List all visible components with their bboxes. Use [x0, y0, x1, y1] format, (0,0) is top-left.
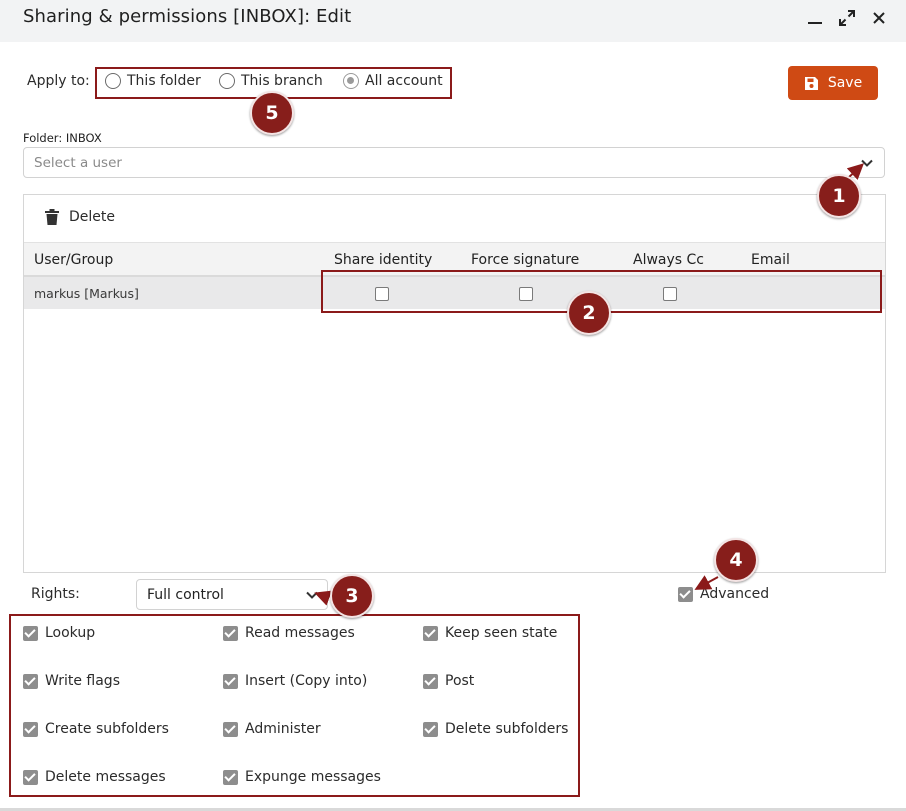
window-titlebar: Sharing & permissions [INBOX]: Edit [0, 0, 906, 42]
save-label: Save [827, 75, 863, 91]
perm-read-messages[interactable]: Read messages [223, 625, 355, 641]
chevron-down-icon[interactable] [860, 155, 874, 174]
perm-label: Administer [245, 721, 321, 737]
perm-keep-seen-state[interactable]: Keep seen state [423, 625, 557, 641]
column-header-email[interactable]: Email [751, 252, 790, 268]
annotation-badge-5: 5 [250, 91, 294, 135]
perm-expunge-messages[interactable]: Expunge messages [223, 769, 381, 785]
radio-this-branch[interactable]: This branch [219, 73, 323, 89]
rights-label: Rights: [31, 586, 80, 602]
annotation-badge-1: 1 [817, 174, 861, 218]
column-header-share-identity[interactable]: Share identity [334, 252, 432, 268]
advanced-toggle[interactable]: Advanced [678, 586, 769, 602]
apply-to-label: Apply to: [27, 73, 90, 89]
perm-label: Keep seen state [445, 625, 558, 641]
table-row[interactable]: markus [Markus] [24, 277, 885, 309]
perm-label: Post [445, 673, 475, 689]
minimize-icon[interactable] [806, 8, 824, 33]
perm-delete-messages[interactable]: Delete messages [23, 769, 166, 785]
checkbox-checked[interactable] [423, 625, 438, 641]
user-select[interactable]: Select a user [23, 147, 885, 178]
rights-select[interactable]: Full control [136, 579, 328, 610]
perm-delete-subfolders[interactable]: Delete subfolders [423, 721, 568, 737]
column-header-always-cc[interactable]: Always Cc [633, 252, 704, 268]
rights-select-value: Full control [147, 587, 224, 603]
user-cell: markus [Markus] [34, 286, 139, 301]
advanced-label: Advanced [700, 586, 770, 602]
floppy-disk-icon [804, 76, 818, 90]
radio-all-account[interactable]: All account [343, 73, 443, 89]
annotation-badge-2: 2 [567, 291, 611, 335]
window-title: Sharing & permissions [INBOX]: Edit [23, 6, 352, 27]
chevron-down-icon[interactable] [305, 587, 319, 606]
radio-label: All account [365, 73, 443, 89]
checkbox-checked[interactable] [223, 625, 238, 641]
delete-label: Delete [69, 209, 115, 225]
perm-label: Read messages [245, 625, 355, 641]
table-header: User/Group Share identity Force signatur… [24, 242, 885, 277]
trash-icon [45, 209, 59, 225]
advanced-checkbox[interactable] [678, 586, 693, 602]
radio-button[interactable] [219, 73, 235, 89]
perm-label: Lookup [45, 625, 96, 641]
close-icon[interactable] [870, 8, 888, 33]
delete-button[interactable]: Delete [45, 209, 115, 225]
perm-administer[interactable]: Administer [223, 721, 321, 737]
expand-icon[interactable] [838, 8, 856, 33]
perm-label: Insert (Copy into) [245, 673, 368, 689]
perm-lookup[interactable]: Lookup [23, 625, 95, 641]
user-select-placeholder: Select a user [34, 155, 122, 171]
checkbox-checked[interactable] [423, 673, 438, 689]
checkbox-checked[interactable] [23, 769, 38, 785]
perm-post[interactable]: Post [423, 673, 474, 689]
always-cc-checkbox[interactable] [663, 287, 677, 301]
share-identity-checkbox[interactable] [375, 287, 389, 301]
perm-label: Write flags [45, 673, 120, 689]
column-header-force-signature[interactable]: Force signature [471, 252, 579, 268]
radio-this-folder[interactable]: This folder [105, 73, 201, 89]
checkbox-checked[interactable] [223, 721, 238, 737]
perm-label: Create subfolders [45, 721, 169, 737]
checkbox-checked[interactable] [223, 769, 238, 785]
radio-button-selected[interactable] [343, 73, 359, 89]
annotation-badge-3: 3 [330, 574, 374, 618]
radio-button[interactable] [105, 73, 121, 89]
force-signature-checkbox[interactable] [519, 287, 533, 301]
perm-create-subfolders[interactable]: Create subfolders [23, 721, 169, 737]
checkbox-checked[interactable] [23, 625, 38, 641]
checkbox-checked[interactable] [423, 721, 438, 737]
perm-label: Delete messages [45, 769, 166, 785]
perm-label: Delete subfolders [445, 721, 569, 737]
checkbox-checked[interactable] [23, 673, 38, 689]
perm-label: Expunge messages [245, 769, 381, 785]
checkbox-checked[interactable] [223, 673, 238, 689]
perm-insert[interactable]: Insert (Copy into) [223, 673, 367, 689]
perm-write-flags[interactable]: Write flags [23, 673, 120, 689]
annotation-badge-4: 4 [714, 538, 758, 582]
radio-label: This folder [127, 73, 201, 89]
permissions-table-panel: Delete User/Group Share identity Force s… [23, 194, 886, 573]
column-header-user[interactable]: User/Group [34, 252, 113, 268]
folder-label: Folder: INBOX [23, 131, 102, 145]
save-button[interactable]: Save [788, 66, 878, 100]
radio-label: This branch [241, 73, 323, 89]
checkbox-checked[interactable] [23, 721, 38, 737]
